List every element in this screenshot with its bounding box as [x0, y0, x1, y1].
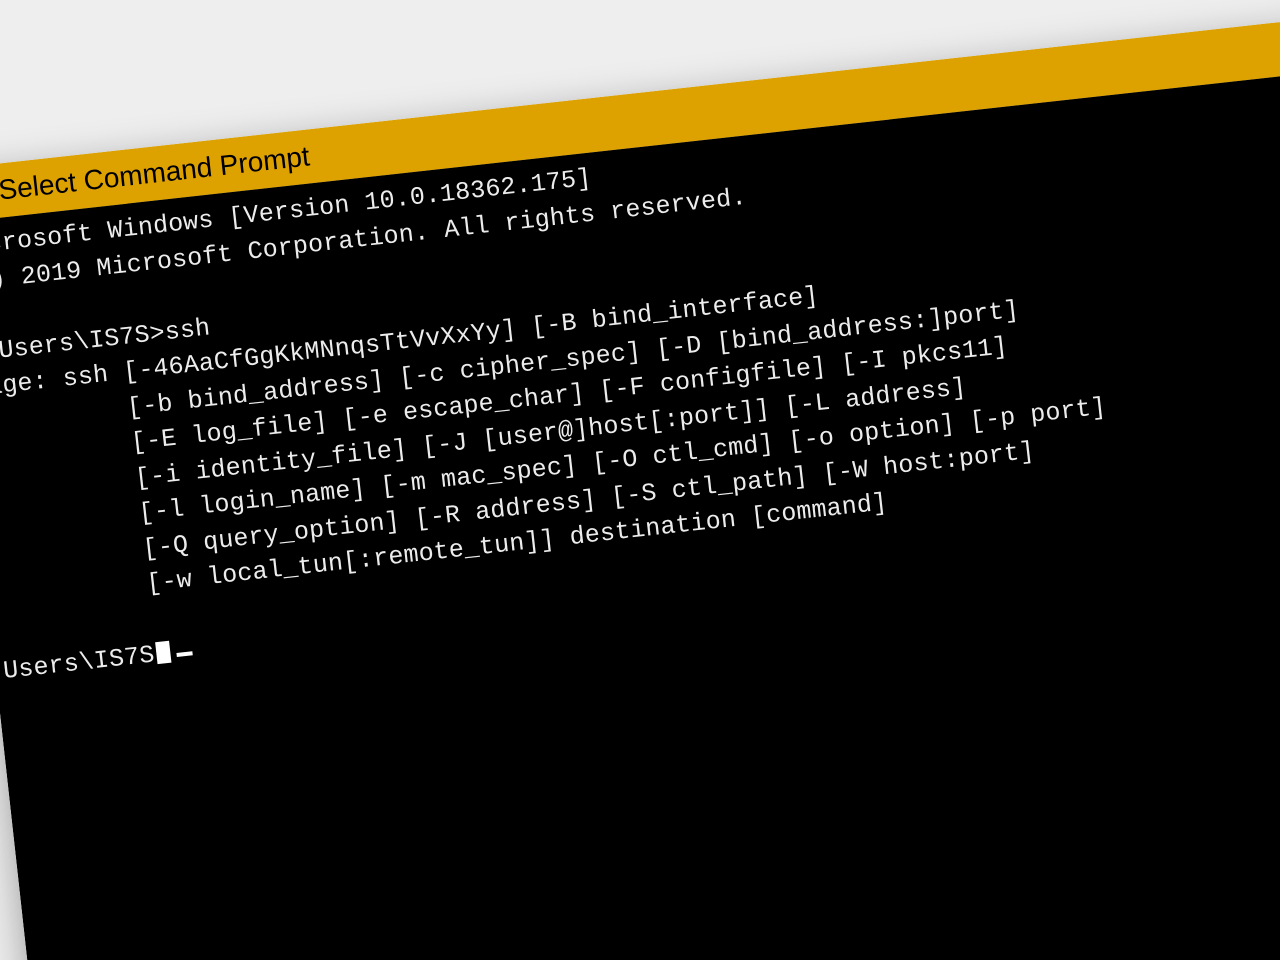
command-prompt-window: Select Command Prompt Microsoft Windows … [0, 5, 1280, 960]
blank-line [0, 622, 1, 651]
entered-command: ssh [163, 313, 212, 347]
prompt-line[interactable]: Users\IS7S [2, 636, 194, 686]
prompt-path: Users\IS7S [2, 640, 156, 686]
desktop-stage: Select Command Prompt Microsoft Windows … [0, 0, 1280, 960]
cursor-icon [176, 651, 192, 657]
selection-caret-icon [155, 641, 171, 664]
